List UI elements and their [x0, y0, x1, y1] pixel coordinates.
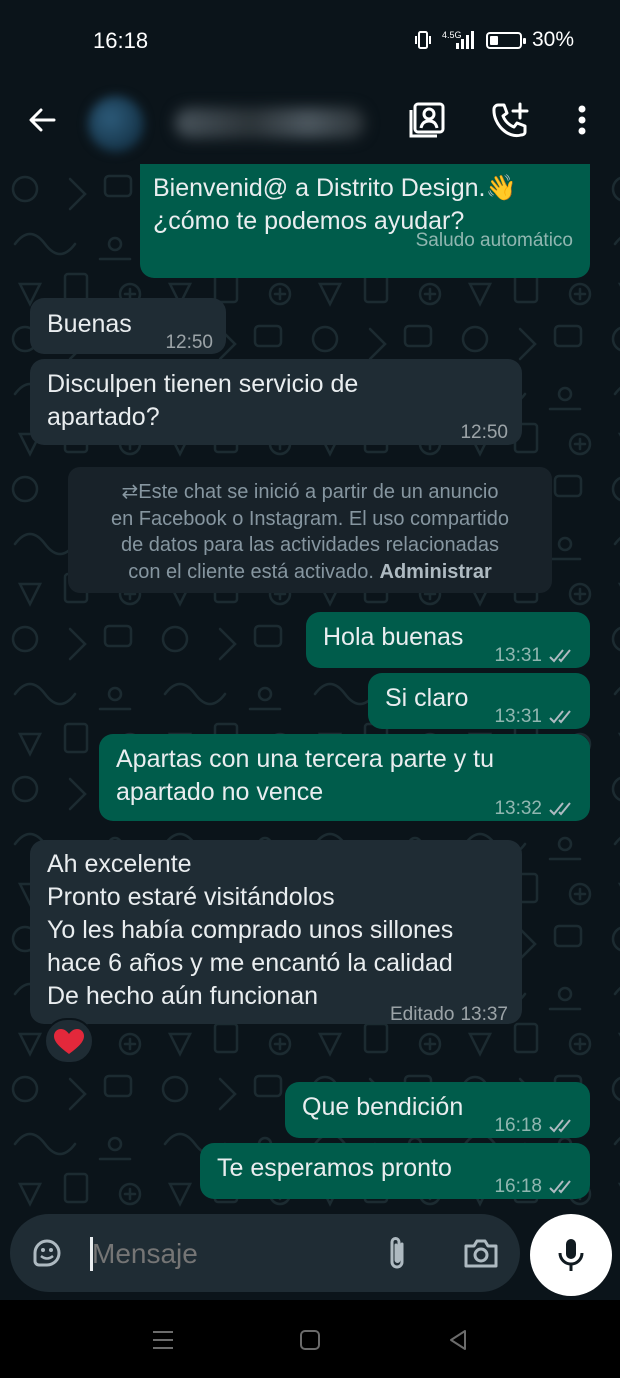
- double-check-icon: [549, 1118, 571, 1132]
- message-time: 13:37: [460, 1004, 508, 1025]
- sticker-icon[interactable]: [30, 1236, 64, 1270]
- message-text: Disculpen tienen servicio de: [47, 370, 359, 398]
- network-label: 4.5G: [442, 30, 462, 40]
- notice-text: ⇄Este chat se inició a partir de un anun…: [121, 481, 499, 503]
- status-icons: 4.5G 30%: [414, 28, 574, 52]
- signal-icon: 4.5G: [442, 30, 474, 49]
- ad-origin-notice: ⇄Este chat se inició a partir de un anun…: [68, 467, 552, 593]
- status-time: 16:18: [93, 28, 149, 53]
- mic-icon: [558, 1239, 584, 1271]
- camera-icon[interactable]: [462, 1236, 500, 1270]
- message-text: Te esperamos pronto: [217, 1154, 452, 1182]
- status-bar: 16:18 4.5G 30%: [0, 0, 620, 82]
- message-time: 16:18: [494, 1115, 542, 1136]
- message-text: apartado?: [47, 403, 160, 431]
- message-text: Que bendición: [302, 1093, 464, 1121]
- auto-greeting-label: Saludo automático: [415, 230, 573, 251]
- notice-text: de datos para las actividades relacionad…: [120, 534, 500, 556]
- message-bubble-incoming[interactable]: Disculpen tienen servicio de apartado? 1…: [30, 359, 522, 445]
- message-input[interactable]: [90, 1232, 374, 1276]
- notice-text: con el cliente está activado.: [128, 560, 380, 583]
- message-text: De hecho aún funcionan: [47, 982, 319, 1010]
- message-bubble-outgoing[interactable]: Apartas con una tercera parte y tu apart…: [99, 734, 590, 821]
- notice-line: con el cliente está activado. Administra…: [82, 559, 538, 586]
- system-nav-bar: [0, 1300, 620, 1378]
- message-bubble-incoming[interactable]: Buenas 12:50: [30, 298, 226, 354]
- add-call-icon[interactable]: [490, 100, 530, 140]
- edited-label: Editado: [390, 1004, 455, 1025]
- message-bubble-outgoing[interactable]: Bienvenid@ a Distrito Design.👋 ¿cómo te …: [140, 164, 590, 278]
- notice-text: en Facebook o Instagram. El uso comparti…: [111, 507, 509, 530]
- chat-header: [0, 82, 620, 164]
- message-meta: 16:18: [494, 1170, 576, 1203]
- message-time: 13:31: [494, 706, 542, 727]
- home-icon[interactable]: [298, 1328, 322, 1352]
- message-bubble-outgoing[interactable]: Hola buenas 13:31: [306, 612, 590, 668]
- recents-icon[interactable]: [150, 1328, 176, 1352]
- double-check-icon: [549, 1179, 571, 1193]
- manage-link[interactable]: Administrar: [380, 561, 492, 583]
- message-text: Yo les había comprado unos sillones: [47, 916, 454, 944]
- message-time: 12:50: [460, 422, 508, 443]
- message-time: 16:18: [494, 1176, 542, 1197]
- more-vert-icon[interactable]: [562, 100, 602, 140]
- attach-icon[interactable]: [382, 1234, 412, 1272]
- message-composer: [10, 1214, 520, 1292]
- message-bubble-outgoing[interactable]: Que bendición 16:18: [285, 1082, 590, 1138]
- double-check-icon: [549, 801, 571, 815]
- message-text: Si claro: [385, 684, 469, 712]
- message-time: 13:31: [494, 645, 542, 666]
- message-text: apartado no vence: [116, 778, 324, 806]
- double-check-icon: [549, 709, 571, 723]
- message-text: Bienvenid@ a Distrito Design.👋: [153, 174, 517, 202]
- battery-icon: [485, 31, 526, 49]
- message-meta: 13:32: [494, 792, 576, 825]
- message-meta: 16:18: [494, 1109, 576, 1142]
- message-list[interactable]: Bienvenid@ a Distrito Design.👋 ¿cómo te …: [0, 164, 620, 1214]
- message-bubble-incoming[interactable]: Ah excelente Pronto estaré visitándolos …: [30, 840, 522, 1025]
- vibrate-icon: [414, 31, 431, 49]
- message-meta: Editado 13:37: [390, 998, 508, 1031]
- message-meta: 13:31: [494, 639, 576, 672]
- contact-avatar[interactable]: [88, 96, 144, 152]
- contact-name[interactable]: [175, 108, 365, 138]
- message-text: Hola buenas: [323, 623, 464, 651]
- message-text: Pronto estaré visitándolos: [47, 883, 335, 911]
- voice-message-button[interactable]: [530, 1214, 612, 1296]
- message-text: hace 6 años y me encantó la calidad: [47, 949, 453, 977]
- message-bubble-outgoing[interactable]: Si claro 13:31: [368, 673, 590, 729]
- reaction-heart[interactable]: [44, 1018, 94, 1064]
- message-text: Buenas: [47, 310, 132, 338]
- heart-icon: [54, 1029, 84, 1054]
- contact-card-icon[interactable]: [408, 100, 448, 140]
- message-bubble-outgoing[interactable]: Te esperamos pronto 16:18: [200, 1143, 590, 1199]
- back-arrow-icon[interactable]: [24, 102, 60, 138]
- battery-percent: 30%: [531, 28, 574, 51]
- message-text: Ah excelente: [47, 850, 192, 878]
- double-check-icon: [549, 648, 571, 662]
- message-time: 12:50: [165, 332, 213, 353]
- message-meta: 13:31: [494, 700, 576, 733]
- message-text: Apartas con una tercera parte y tu: [116, 745, 494, 773]
- message-time: 13:32: [494, 798, 542, 819]
- back-icon[interactable]: [446, 1328, 470, 1352]
